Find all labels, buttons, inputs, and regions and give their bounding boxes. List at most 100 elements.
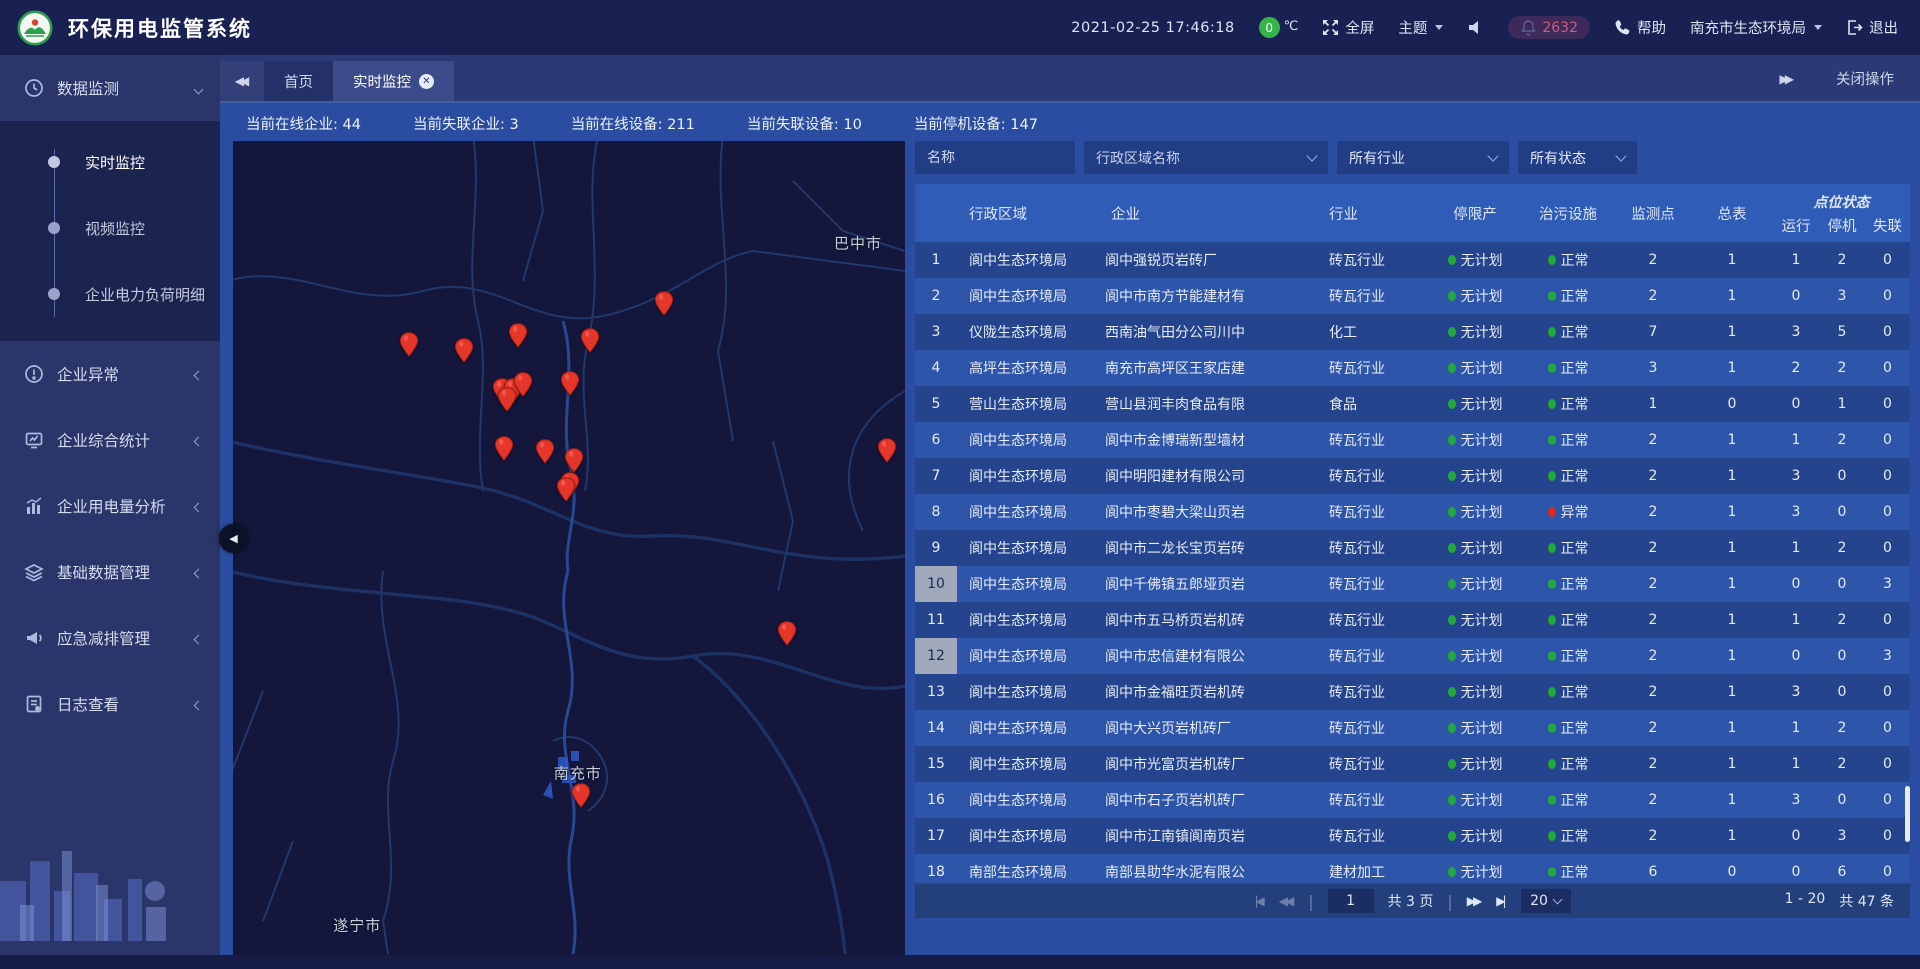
table-row[interactable]: 15阆中生态环境局阆中市光富页岩机砖厂砖瓦行业无计划正常21120	[915, 746, 1910, 782]
cell-halt: 5	[1819, 314, 1865, 350]
map-pin[interactable]	[561, 371, 580, 396]
table-scrollbar[interactable]	[1905, 786, 1910, 842]
close-icon[interactable]: ✕	[419, 74, 434, 89]
table-row[interactable]: 7阆中生态环境局阆中明阳建材有限公司砖瓦行业无计划正常21300	[915, 458, 1910, 494]
gauge-icon	[24, 78, 44, 98]
table-row[interactable]: 4高坪生态环境局南充市高坪区王家店建砖瓦行业无计划正常31220	[915, 350, 1910, 386]
map-pin[interactable]	[564, 448, 583, 473]
map-pin[interactable]	[400, 332, 419, 357]
map-pin[interactable]	[655, 291, 674, 316]
cell-facility-status: 正常	[1521, 854, 1615, 882]
table-row[interactable]: 10阆中生态环境局阆中千佛镇五郎垭页岩砖瓦行业无计划正常21003	[915, 566, 1910, 602]
cell-points: 2	[1615, 242, 1691, 278]
first-page-button[interactable]: |◀	[1254, 894, 1264, 908]
stats-bar: 当前在线企业: 44当前失联企业: 3当前在线设备: 211当前失联设备: 10…	[220, 105, 1920, 141]
region-select[interactable]: 行政区域名称	[1084, 141, 1328, 174]
map-panel[interactable]: 巴中市南充市遂宁市	[233, 141, 905, 955]
org-dropdown[interactable]: 南充市生态环境局	[1690, 17, 1822, 38]
table-row[interactable]: 14阆中生态环境局阆中大兴页岩机砖厂砖瓦行业无计划正常21120	[915, 710, 1910, 746]
map-pin[interactable]	[497, 387, 516, 412]
status-select[interactable]: 所有状态	[1518, 141, 1637, 174]
tab-home[interactable]: 首页	[264, 61, 333, 101]
cell-halt: 3	[1819, 818, 1865, 854]
map-pin[interactable]	[495, 436, 514, 461]
map-pin[interactable]	[535, 439, 554, 464]
table-row[interactable]: 11阆中生态环境局阆中市五马桥页岩机砖砖瓦行业无计划正常21120	[915, 602, 1910, 638]
logout-icon	[1846, 19, 1863, 36]
table-row[interactable]: 2阆中生态环境局阆中市南方节能建材有砖瓦行业无计划正常21030	[915, 278, 1910, 314]
cell-stop-status: 无计划	[1429, 494, 1521, 530]
panel-collapse-button[interactable]: ◀	[219, 524, 248, 553]
cell-industry: 砖瓦行业	[1317, 278, 1429, 314]
tabs-scroll-right-button[interactable]: ▶▶	[1780, 72, 1794, 86]
page-size-select[interactable]: 20	[1521, 889, 1571, 913]
map-pin[interactable]	[455, 338, 474, 363]
map-pin[interactable]	[877, 438, 896, 463]
prev-page-button[interactable]: ◀◀	[1279, 894, 1294, 908]
logout-button[interactable]: 退出	[1846, 17, 1898, 38]
tabs-scroll-left-button[interactable]: ◀◀	[220, 61, 264, 101]
cell-facility-status: 正常	[1521, 674, 1615, 710]
table-row[interactable]: 6阆中生态环境局阆中市金博瑞新型墙材砖瓦行业无计划正常21120	[915, 422, 1910, 458]
cell-halt: 2	[1819, 746, 1865, 782]
table-row[interactable]: 8阆中生态环境局阆中市枣碧大梁山页岩砖瓦行业无计划异常21300	[915, 494, 1910, 530]
bell-icon	[1520, 19, 1537, 36]
table-row[interactable]: 18南部生态环境局南部县助华水泥有限公建材加工无计划正常60060	[915, 854, 1910, 882]
table-row[interactable]: 9阆中生态环境局阆中市二龙长宝页岩砖砖瓦行业无计划正常21120	[915, 530, 1910, 566]
cell-industry: 砖瓦行业	[1317, 818, 1429, 854]
sidebar-item-emergency-reduction[interactable]: 应急减排管理	[0, 605, 220, 671]
sidebar-item-realtime-monitor[interactable]: 实时监控	[0, 129, 220, 195]
table-row[interactable]: 17阆中生态环境局阆中市江南镇阆南页岩砖瓦行业无计划正常21030	[915, 818, 1910, 854]
cell-facility-status: 正常	[1521, 350, 1615, 386]
table-row[interactable]: 16阆中生态环境局阆中市石子页岩机砖厂砖瓦行业无计划正常21300	[915, 782, 1910, 818]
sidebar-item-log-view[interactable]: 日志查看	[0, 671, 220, 737]
map-pin[interactable]	[556, 477, 575, 502]
cell-lost: 0	[1865, 818, 1910, 854]
help-label: 帮助	[1637, 17, 1666, 38]
map-pin[interactable]	[777, 621, 796, 646]
cell-company: 南部县助华水泥有限公	[1099, 854, 1317, 882]
cell-halt: 6	[1819, 854, 1865, 882]
sidebar-item-enterprise-stats[interactable]: 企业综合统计	[0, 407, 220, 473]
map-pin[interactable]	[572, 783, 591, 808]
cell-region: 阆中生态环境局	[957, 566, 1099, 602]
tab-realtime-monitor[interactable]: 实时监控 ✕	[333, 61, 454, 101]
city-skyline-decoration	[0, 821, 220, 941]
sidebar-item-enterprise-abnormal[interactable]: 企业异常	[0, 341, 220, 407]
cell-company: 阆中千佛镇五郎垭页岩	[1099, 566, 1317, 602]
cell-industry: 砖瓦行业	[1317, 422, 1429, 458]
col-lost: 失联	[1865, 215, 1910, 236]
status-dot-icon	[1548, 471, 1556, 481]
cell-meters: 1	[1691, 710, 1773, 746]
help-button[interactable]: 帮助	[1614, 17, 1666, 38]
col-meters: 总表	[1691, 203, 1773, 224]
theme-dropdown[interactable]: 主题	[1398, 17, 1443, 38]
table-row[interactable]: 5营山生态环境局营山县润丰肉食品有限食品无计划正常10010	[915, 386, 1910, 422]
fullscreen-button[interactable]: 全屏	[1322, 17, 1374, 38]
table-row[interactable]: 12阆中生态环境局阆中市忠信建材有限公砖瓦行业无计划正常21003	[915, 638, 1910, 674]
industry-select[interactable]: 所有行业	[1337, 141, 1509, 174]
sidebar-item-base-data[interactable]: 基础数据管理	[0, 539, 220, 605]
cell-meters: 1	[1691, 674, 1773, 710]
page-number-input[interactable]: 1	[1328, 889, 1374, 913]
name-search-input[interactable]	[927, 150, 1063, 166]
cell-points: 3	[1615, 350, 1691, 386]
sidebar-item-data-monitor[interactable]: 数据监测	[0, 55, 220, 121]
last-page-button[interactable]: ▶|	[1496, 894, 1506, 908]
close-operations-button[interactable]: 关闭操作	[1836, 68, 1894, 89]
table-row[interactable]: 3仪陇生态环境局西南油气田分公司川中化工无计划正常71350	[915, 314, 1910, 350]
sidebar-item-power-load-detail[interactable]: 企业电力负荷明细	[0, 261, 220, 327]
map-pin[interactable]	[508, 323, 527, 348]
table-row[interactable]: 13阆中生态环境局阆中市金福旺页岩机砖砖瓦行业无计划正常21300	[915, 674, 1910, 710]
cell-lost: 0	[1865, 458, 1910, 494]
notification-badge[interactable]: 2632	[1508, 16, 1590, 39]
sidebar-item-power-analysis[interactable]: 企业用电量分析	[0, 473, 220, 539]
cell-industry: 砖瓦行业	[1317, 350, 1429, 386]
table-row[interactable]: 1阆中生态环境局阆中强锐页岩砖厂砖瓦行业无计划正常21120	[915, 242, 1910, 278]
map-pin[interactable]	[580, 328, 599, 353]
tabstrip-right-actions: ▶▶ 关闭操作	[1780, 68, 1920, 89]
sidebar-item-video-monitor[interactable]: 视频监控	[0, 195, 220, 261]
mute-speaker-icon[interactable]	[1467, 19, 1484, 36]
next-page-button[interactable]: ▶▶	[1467, 894, 1482, 908]
cell-facility-status: 正常	[1521, 710, 1615, 746]
